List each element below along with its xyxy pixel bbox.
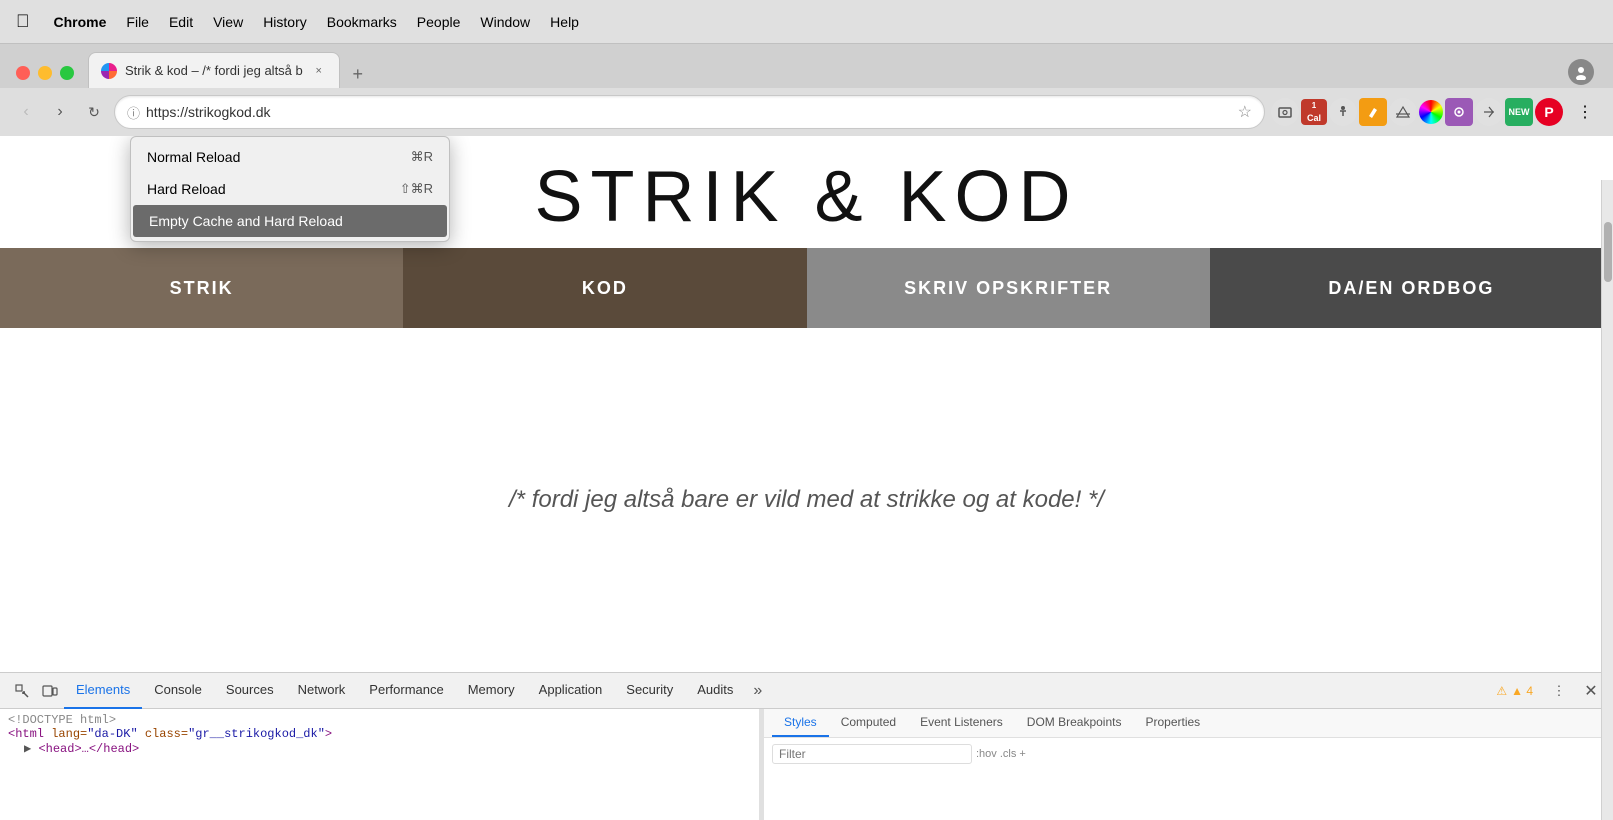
site-logo: STRIK & KOD — [534, 156, 1078, 238]
devtools-right-tab-event-listeners[interactable]: Event Listeners — [908, 709, 1015, 737]
forward-button[interactable]: › — [46, 98, 74, 126]
devtools-toolbar: Elements Console Sources Network Perform… — [0, 673, 1613, 709]
devtools-dom-panel: <!DOCTYPE html> <html lang="da-DK" class… — [0, 709, 760, 820]
menu-window[interactable]: Window — [480, 14, 530, 30]
scrollbar-thumb[interactable] — [1604, 222, 1612, 282]
minimize-window-button[interactable] — [38, 66, 52, 80]
devtools-right-tabs: Styles Computed Event Listeners DOM Brea… — [764, 709, 1613, 738]
mac-menu-bar:  Chrome File Edit View History Bookmark… — [0, 0, 1613, 44]
tab-bar: Strik & kod – /* fordi jeg altså b × + — [0, 44, 1613, 88]
devtools-tab-application[interactable]: Application — [527, 673, 615, 709]
devtools-more-button[interactable]: ⋮ — [1545, 677, 1573, 705]
tab-title: Strik & kod – /* fordi jeg altså b — [125, 63, 303, 78]
menu-edit[interactable]: Edit — [169, 14, 193, 30]
device-toolbar-button[interactable] — [36, 677, 64, 705]
menu-view[interactable]: View — [213, 14, 243, 30]
profile-avatar — [1568, 59, 1594, 85]
close-window-button[interactable] — [16, 66, 30, 80]
profile-button[interactable] — [1565, 56, 1597, 88]
hard-reload-label: Hard Reload — [147, 181, 226, 197]
new-tab-button[interactable]: + — [344, 60, 372, 88]
hard-reload-item[interactable]: Hard Reload ⇧⌘R — [131, 173, 449, 205]
nav-strik[interactable]: STRIK — [0, 248, 403, 328]
hard-reload-shortcut: ⇧⌘R — [400, 181, 433, 197]
maximize-window-button[interactable] — [60, 66, 74, 80]
menu-bookmarks[interactable]: Bookmarks — [327, 14, 397, 30]
devtools-right-tab-computed[interactable]: Computed — [829, 709, 908, 737]
devtools-tab-network[interactable]: Network — [286, 673, 358, 709]
ext-purple-btn[interactable] — [1445, 98, 1473, 126]
apple-menu[interactable]:  — [16, 11, 30, 32]
empty-cache-label: Empty Cache and Hard Reload — [149, 213, 343, 229]
devtools-tab-sources[interactable]: Sources — [214, 673, 286, 709]
more-options-button[interactable]: ⋮ — [1569, 96, 1601, 128]
menu-help[interactable]: Help — [550, 14, 579, 30]
site-tagline: /* fordi jeg altså bare er vild med at s… — [509, 328, 1104, 672]
normal-reload-shortcut: ⌘R — [411, 149, 433, 165]
nav-daen[interactable]: DA/EN ORDBOG — [1210, 248, 1613, 328]
ext-calendar-btn[interactable]: 1 Cal — [1301, 99, 1327, 125]
nav-kod[interactable]: KOD — [403, 248, 806, 328]
devtools-tab-console[interactable]: Console — [142, 673, 214, 709]
element-picker-button[interactable] — [8, 677, 36, 705]
normal-reload-item[interactable]: Normal Reload ⌘R — [131, 141, 449, 173]
ext-pinterest-btn[interactable]: P — [1535, 98, 1563, 126]
site-nav: STRIK KOD SKRIV OPSKRIFTER DA/EN ORDBOG — [0, 248, 1613, 328]
dom-head-tag: ▶ <head>…</head> — [8, 741, 751, 756]
devtools-filter-hint: :hov .cls + — [976, 748, 1026, 760]
devtools-right-tab-styles[interactable]: Styles — [772, 709, 829, 737]
ext-scale-btn[interactable] — [1475, 98, 1503, 126]
devtools-styles-panel: Styles Computed Event Listeners DOM Brea… — [764, 709, 1613, 820]
reload-button[interactable]: ↻ — [80, 98, 108, 126]
content-area: Normal Reload ⌘R Hard Reload ⇧⌘R Empty C… — [0, 136, 1613, 820]
tab-close-button[interactable]: × — [311, 63, 327, 79]
ext-color-btn[interactable] — [1419, 100, 1443, 124]
url-bar-area: ‹ › ↻ ⓘ https://strikogkod.dk ☆ 1 Cal — [0, 88, 1613, 136]
warning-count: ▲ 4 — [1511, 684, 1533, 698]
extensions-area: 1 Cal NEW P — [1271, 98, 1563, 126]
active-tab[interactable]: Strik & kod – /* fordi jeg altså b × — [88, 52, 340, 88]
devtools-actions: ⚠ ▲ 4 ⋮ ✕ — [1488, 677, 1605, 705]
normal-reload-label: Normal Reload — [147, 149, 240, 165]
devtools-tabs-overflow[interactable]: » — [745, 682, 770, 700]
dom-doctype: <!DOCTYPE html> — [8, 713, 751, 727]
menu-file[interactable]: File — [126, 14, 149, 30]
devtools-right-tab-properties[interactable]: Properties — [1133, 709, 1212, 737]
ext-new-btn[interactable]: NEW — [1505, 98, 1533, 126]
devtools-warning-badge[interactable]: ⚠ ▲ 4 — [1488, 684, 1541, 698]
ext-paint-btn[interactable] — [1359, 98, 1387, 126]
ext-screenshot-btn[interactable] — [1271, 98, 1299, 126]
dom-html-tag: <html lang="da-DK" class="gr__strikogkod… — [8, 727, 751, 741]
empty-cache-item[interactable]: Empty Cache and Hard Reload — [133, 205, 447, 237]
devtools-tab-audits[interactable]: Audits — [685, 673, 745, 709]
url-text[interactable]: https://strikogkod.dk — [146, 104, 1232, 120]
security-icon: ⓘ — [127, 103, 140, 122]
ext-drive-btn[interactable] — [1389, 98, 1417, 126]
window-controls — [8, 58, 88, 88]
url-bar[interactable]: ⓘ https://strikogkod.dk ☆ — [114, 95, 1265, 129]
devtools-tab-security[interactable]: Security — [614, 673, 685, 709]
devtools-tab-performance[interactable]: Performance — [357, 673, 455, 709]
tab-favicon — [101, 63, 117, 79]
devtools-filter-bar: :hov .cls + — [764, 738, 1613, 770]
warning-icon: ⚠ — [1496, 684, 1507, 698]
bookmark-star-icon[interactable]: ☆ — [1238, 102, 1252, 122]
menu-people[interactable]: People — [417, 14, 461, 30]
reload-context-menu: Normal Reload ⌘R Hard Reload ⇧⌘R Empty C… — [130, 136, 450, 242]
nav-skriv[interactable]: SKRIV OPSKRIFTER — [807, 248, 1210, 328]
ext-accessibility-btn[interactable] — [1329, 98, 1357, 126]
devtools-tab-memory[interactable]: Memory — [456, 673, 527, 709]
menu-history[interactable]: History — [263, 14, 307, 30]
devtools-right-tab-dom-breakpoints[interactable]: DOM Breakpoints — [1015, 709, 1134, 737]
devtools-filter-input[interactable] — [772, 744, 972, 764]
back-button[interactable]: ‹ — [12, 98, 40, 126]
browser-window: Strik & kod – /* fordi jeg altså b × + ‹… — [0, 44, 1613, 820]
devtools-panel: Elements Console Sources Network Perform… — [0, 672, 1613, 820]
app-name[interactable]: Chrome — [54, 14, 107, 30]
page-scrollbar[interactable] — [1601, 180, 1613, 820]
devtools-tab-elements[interactable]: Elements — [64, 673, 142, 709]
devtools-content: <!DOCTYPE html> <html lang="da-DK" class… — [0, 709, 1613, 820]
